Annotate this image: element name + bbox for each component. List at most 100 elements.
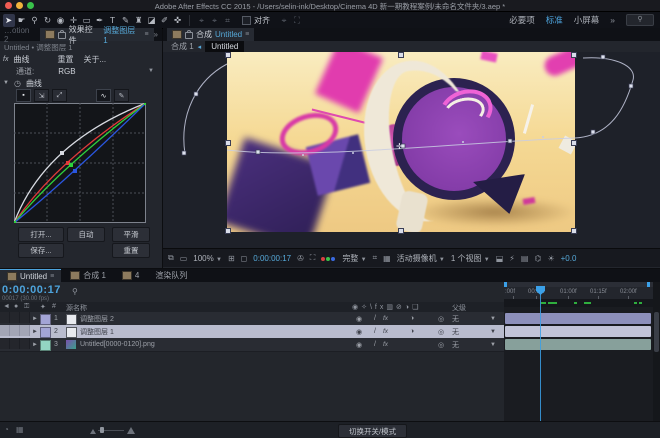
curve-control-point[interactable] — [60, 151, 64, 155]
lock-icon[interactable] — [58, 32, 66, 39]
layer-visibility-toggle[interactable] — [0, 312, 10, 323]
curve-point-tool[interactable]: ▪ — [16, 89, 31, 102]
layer-audio-toggle[interactable] — [10, 312, 20, 323]
zoom-out-mountain-icon[interactable] — [90, 429, 96, 434]
layer-audio-toggle[interactable] — [10, 338, 20, 349]
fast-preview-icon[interactable]: ⚡ — [509, 254, 515, 263]
timeline-icon[interactable]: ▤ — [521, 254, 529, 263]
expand-transfer-controls-icon[interactable]: ▦ — [16, 425, 24, 434]
workspace-tab-3[interactable]: 小屏幕 — [574, 14, 600, 26]
layer-label-color[interactable] — [40, 340, 51, 351]
anchor-point[interactable]: ✛ — [396, 142, 403, 151]
snapshot-icon[interactable]: ✇ — [297, 254, 304, 263]
scrollbar-thumb[interactable] — [654, 312, 659, 352]
mask-visibility-icon[interactable]: ◻ — [241, 254, 248, 263]
selection-handle[interactable] — [398, 52, 404, 58]
layer-row-2[interactable]: ►2调整图层 1◉/fx◑◎无▼ — [0, 325, 504, 339]
curve-control-point[interactable] — [144, 103, 146, 105]
workspace-overflow[interactable]: » — [610, 15, 615, 25]
view-layout-dropdown[interactable]: 1 个视图 ▼ — [451, 253, 490, 264]
layer-quality-switch[interactable]: / — [374, 325, 376, 338]
tab-effect-controls[interactable]: 效果控件 调整图层 1 ≡ — [40, 28, 154, 41]
layer-row-3[interactable]: ►3Untitled[0000-0120].png◉/fx◎无▼ — [0, 338, 504, 352]
curve-smooth-tool[interactable]: ∿ — [96, 89, 111, 102]
transparency-grid-icon[interactable]: ▦ — [383, 254, 391, 263]
layer-lock-toggle[interactable] — [20, 325, 30, 336]
workspace-tab-1[interactable]: 必要项 — [509, 14, 535, 26]
timeline-current-time[interactable]: 0:00:00:17 — [2, 284, 61, 296]
selection-handle[interactable] — [571, 140, 577, 146]
snap-toggle[interactable]: 对齐 — [242, 15, 270, 26]
timeline-vertical-scrollbar[interactable] — [653, 282, 660, 422]
layer-duration-bar-2[interactable] — [505, 326, 651, 337]
parent-value[interactable]: 无 — [452, 325, 459, 338]
curves-button-[interactable]: 保存... — [18, 243, 64, 258]
layer-name[interactable]: 调整图层 1 — [80, 325, 114, 338]
timeline-track-area[interactable]: :00f00:15f01:00f01:15f02:00f — [504, 282, 653, 422]
parent-pickwhip-icon[interactable]: ◎ — [438, 312, 444, 325]
curves-button-[interactable]: 重置 — [112, 243, 150, 258]
toggle-switches-modes-button[interactable]: 切换开关/模式 — [338, 424, 407, 438]
puppet-pin-tool[interactable]: ✜ — [172, 14, 184, 27]
eraser-tool[interactable]: ◪ — [146, 14, 158, 27]
layer-audio-toggle[interactable] — [10, 325, 20, 336]
curves-button-[interactable]: 平滑 — [112, 227, 150, 242]
layer-eye-icon[interactable]: ◉ — [356, 312, 362, 325]
layer-label-color[interactable] — [40, 314, 51, 325]
show-snapshot-icon[interactable]: ⛶ — [310, 253, 316, 263]
breadcrumb-parent-comp[interactable]: 合成 1 — [171, 41, 194, 52]
axis-widget-icon[interactable]: ⛶ — [291, 14, 303, 27]
layer-visibility-toggle[interactable] — [0, 338, 10, 349]
layer-expand-triangle[interactable]: ► — [32, 338, 38, 351]
curves-button-[interactable]: 自动 — [67, 227, 105, 242]
panel-menu-icon[interactable]: ≡ — [245, 31, 249, 38]
layer-expand-triangle[interactable]: ► — [32, 312, 38, 325]
parent-dropdown-caret[interactable]: ▼ — [490, 312, 496, 325]
timeline-tab-3[interactable]: 4 — [115, 269, 146, 282]
layer-duration-bar-1[interactable] — [505, 313, 651, 324]
selection-handle[interactable] — [571, 228, 577, 234]
selection-handle[interactable] — [571, 52, 577, 58]
local-axis-mode[interactable]: ⌖ — [196, 14, 208, 27]
current-time-display[interactable]: 0:00:00:17 — [253, 254, 291, 263]
tab-composition[interactable]: 合成 Untitled ≡ — [167, 28, 254, 41]
expand-layer-switches-icon[interactable]: ◔ — [4, 425, 9, 434]
view-axis-mode[interactable]: ⌗ — [222, 14, 234, 27]
panel-menu-icon[interactable]: ≡ — [50, 273, 54, 280]
snap-checkbox[interactable] — [242, 16, 251, 25]
lock-icon[interactable] — [185, 32, 193, 39]
curves-button-[interactable]: 打开... — [18, 227, 64, 242]
effect-name[interactable]: 曲线 — [13, 54, 29, 65]
layer-lock-toggle[interactable] — [20, 312, 30, 323]
layer-fx-switch[interactable]: fx — [383, 325, 388, 338]
reset-effect-link[interactable]: 重置 — [57, 54, 73, 65]
composition-viewer[interactable]: ✛ — [163, 52, 660, 248]
world-axis-mode[interactable]: ⌖ — [209, 14, 221, 27]
unified-camera-tool[interactable]: ◉ — [55, 14, 67, 27]
layer-name[interactable]: Untitled[0000-0120].png — [80, 338, 155, 351]
curve-control-point[interactable] — [14, 221, 16, 223]
layer-label-color[interactable] — [40, 327, 51, 338]
primary-viewer-icon[interactable]: ▭ — [180, 254, 188, 263]
mask-feather-icon[interactable]: ⌖ — [278, 14, 290, 27]
layer-eye-icon[interactable]: ◉ — [356, 325, 362, 338]
pixel-aspect-icon[interactable]: ⬓ — [496, 254, 504, 263]
roto-brush-tool[interactable]: ✐ — [159, 14, 171, 27]
selection-handle[interactable] — [225, 52, 231, 58]
layer-eye-icon[interactable]: ◉ — [356, 338, 362, 351]
workspace-tab-2[interactable]: 标准 — [546, 14, 563, 26]
layer-name[interactable]: 调整图层 2 — [80, 312, 114, 325]
resolution-dropdown[interactable]: 完整 ▼ — [342, 253, 366, 264]
timeline-tab-2[interactable]: 合成 1 — [63, 269, 113, 282]
layer-duration-bar-3[interactable] — [505, 339, 651, 350]
layer-quality-switch[interactable]: / — [374, 312, 376, 325]
curve-control-point[interactable] — [69, 163, 73, 167]
layer-row-1[interactable]: ►1调整图层 2◉/fx◑◎无▼ — [0, 312, 504, 326]
selection-handle[interactable] — [225, 228, 231, 234]
panel-menu-icon[interactable]: ≡ — [144, 31, 148, 38]
parent-dropdown-caret[interactable]: ▼ — [490, 325, 496, 338]
channel-dropdown-caret[interactable]: ▼ — [148, 68, 154, 74]
rotation-tool[interactable]: ↻ — [42, 14, 54, 27]
parent-dropdown-caret[interactable]: ▼ — [490, 338, 496, 351]
layer-expand-triangle[interactable]: ► — [32, 325, 38, 338]
